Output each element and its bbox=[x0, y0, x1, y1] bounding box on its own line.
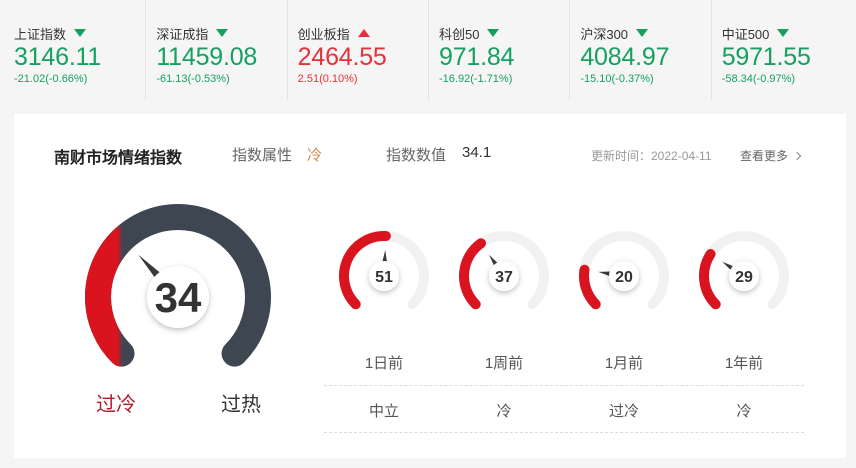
ticker-change: -16.92(-1.71%) bbox=[439, 73, 513, 85]
gauge-value-text: 29 bbox=[735, 269, 753, 286]
ticker-change: 2.51(0.10%) bbox=[297, 73, 358, 85]
gauge-hot-label: 过热 bbox=[221, 394, 261, 416]
ticker-value: 2464.55 bbox=[297, 43, 387, 71]
card-title: 南财市场情绪指数 bbox=[54, 150, 183, 167]
period-label: 1周前 bbox=[484, 355, 524, 372]
index-attribute-value: 冷 bbox=[307, 147, 323, 164]
ticker-name: 上证指数 bbox=[14, 26, 67, 42]
period-label: 1月前 bbox=[604, 355, 644, 372]
index-ticker-strip: 上证指数 3146.11 -21.02(-0.66%) 深证成指 11459.0… bbox=[0, 0, 856, 100]
ticker-name: 沪深300 bbox=[580, 26, 629, 42]
state-label: 过冷 bbox=[608, 403, 639, 420]
ticker-csi300[interactable]: 沪深300 4084.97 -15.10(-0.37%) bbox=[569, 0, 710, 100]
ticker-name: 中证500 bbox=[721, 26, 770, 42]
ticker-name: 深证成指 bbox=[156, 26, 209, 42]
ticker-value: 5971.55 bbox=[721, 43, 811, 71]
card-header: 南财市场情绪指数 指数属性 冷 指数数值 34.1 更新时间：2022-04-1… bbox=[14, 140, 846, 167]
gauge-fill bbox=[699, 249, 721, 310]
update-time: 更新时间：2022-04-11 bbox=[591, 149, 712, 163]
state-label: 冷 bbox=[496, 403, 512, 420]
ticker-name: 科创50 bbox=[439, 26, 480, 42]
gauge-1-year-ago: 29 bbox=[699, 231, 789, 310]
gauge-value-text: 37 bbox=[495, 269, 513, 286]
index-attribute-label: 指数属性 bbox=[232, 147, 293, 164]
index-value-label: 指数数值 bbox=[386, 147, 447, 164]
view-more-link[interactable]: 查看更多 bbox=[740, 147, 802, 164]
state-label: 冷 bbox=[736, 403, 752, 420]
down-arrow-icon bbox=[777, 29, 790, 37]
state-label: 中立 bbox=[368, 403, 399, 420]
gauge-1-week-ago: 37 bbox=[459, 231, 549, 310]
divider bbox=[324, 385, 804, 386]
gauge-cold-label: 过冷 bbox=[96, 394, 136, 416]
ticker-star50[interactable]: 科创50 971.84 -16.92(-1.71%) bbox=[428, 0, 569, 100]
gauge-value-text: 20 bbox=[615, 269, 633, 286]
down-arrow-icon bbox=[74, 29, 87, 37]
ticker-change: -21.02(-0.66%) bbox=[14, 73, 88, 85]
chevron-right-icon bbox=[792, 151, 802, 161]
up-arrow-icon bbox=[357, 29, 370, 37]
gauge-1-month-ago: 20 bbox=[579, 231, 669, 310]
view-more-label: 查看更多 bbox=[740, 149, 789, 163]
index-value: 34.1 bbox=[462, 144, 492, 161]
ticker-value: 11459.08 bbox=[156, 43, 258, 71]
gauge-fill bbox=[579, 264, 601, 310]
sentiment-card: 南财市场情绪指数 指数属性 冷 指数数值 34.1 更新时间：2022-04-1… bbox=[14, 114, 846, 458]
gauge-1-day-ago: 51 bbox=[339, 231, 429, 310]
ticker-value: 971.84 bbox=[439, 43, 515, 71]
ticker-chinext[interactable]: 创业板指 2464.55 2.51(0.10%) bbox=[286, 0, 428, 100]
period-label: 1日前 bbox=[364, 355, 404, 372]
ticker-value: 4084.97 bbox=[580, 43, 670, 71]
gauge-fill bbox=[85, 225, 137, 367]
divider bbox=[324, 432, 804, 433]
down-arrow-icon bbox=[487, 29, 500, 37]
ticker-value: 3146.11 bbox=[14, 43, 102, 71]
ticker-sh-composite[interactable]: 上证指数 3146.11 -21.02(-0.66%) bbox=[4, 0, 145, 100]
ticker-change: -58.34(-0.97%) bbox=[721, 73, 796, 85]
down-arrow-icon bbox=[216, 29, 229, 37]
ticker-change: -15.10(-0.37%) bbox=[580, 73, 654, 85]
ticker-sz-component[interactable]: 深证成指 11459.08 -61.13(-0.53%) bbox=[145, 0, 286, 100]
down-arrow-icon bbox=[636, 29, 649, 37]
gauge-value-text: 51 bbox=[375, 269, 393, 286]
period-label: 1年前 bbox=[724, 355, 764, 372]
ticker-name: 创业板指 bbox=[297, 26, 350, 42]
ticker-csi500[interactable]: 中证500 5971.55 -58.34(-0.97%) bbox=[710, 0, 852, 100]
gauge-fill bbox=[459, 238, 486, 310]
main-sentiment-gauge: 34 bbox=[85, 204, 271, 367]
ticker-change: -61.13(-0.53%) bbox=[156, 73, 230, 85]
gauge-value-text: 34 bbox=[155, 274, 202, 321]
